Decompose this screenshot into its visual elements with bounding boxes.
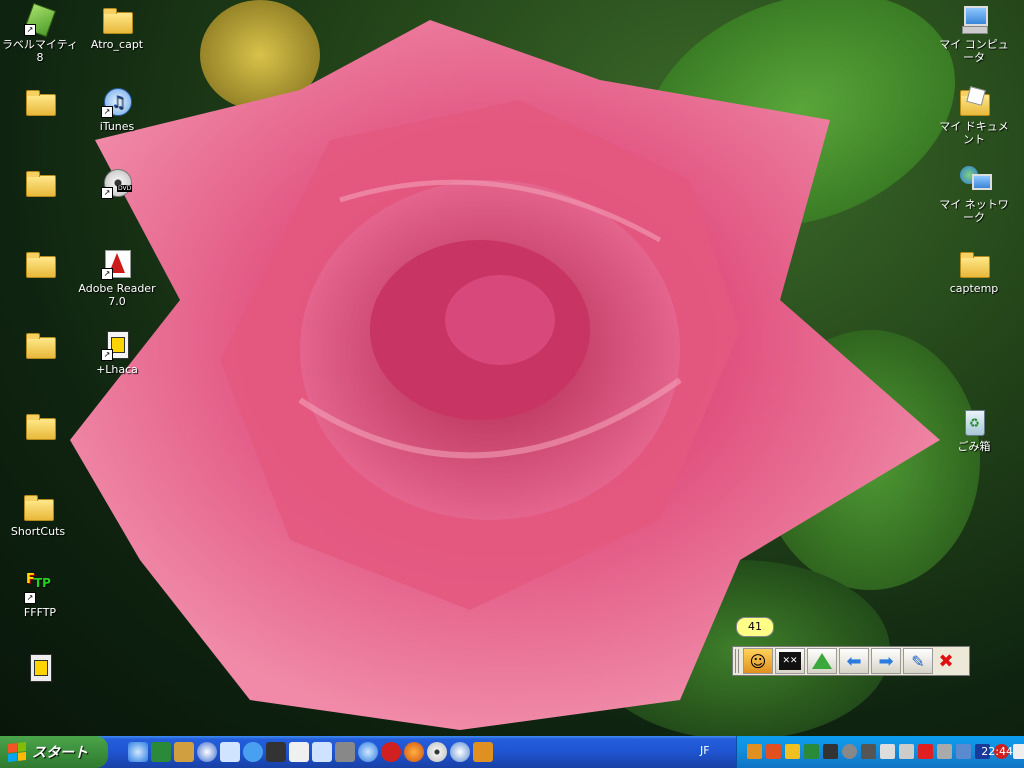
desktop-icon-itunes[interactable]: ♫ ↗ iTunes [77, 86, 157, 133]
folder-icon [24, 167, 56, 199]
lhaca-icon: ↗ [101, 329, 133, 361]
desktop-icon-labelmighty[interactable]: ↗ ラベルマイティ8 [0, 2, 80, 64]
ql-media-icon[interactable] [197, 742, 217, 762]
ql-tool2-icon[interactable] [335, 742, 355, 762]
desktop-icon-folder[interactable] [0, 329, 80, 363]
ql-doc-icon[interactable] [312, 742, 332, 762]
recycle-bin-icon: ♻ [958, 406, 990, 438]
floating-toolbar: ☺ ✕✕ ⬅ ➡ ✎ ✖ [732, 646, 970, 676]
desktop-icon-ffftp[interactable]: F TP ↗ FFFTP [0, 572, 80, 619]
desktop-icon-folder[interactable] [0, 410, 80, 444]
desktop-icon-lhaca[interactable]: ↗ +Lhaca [77, 329, 157, 376]
desktop-icon-adobe-reader[interactable]: ↗ Adobe Reader 7.0 [77, 248, 157, 308]
tray-app-icon[interactable] [747, 744, 762, 759]
ql-chat-icon[interactable] [220, 742, 240, 762]
close-button[interactable]: ✖ [935, 648, 957, 674]
itunes-icon: ♫ ↗ [101, 86, 133, 118]
adobe-reader-icon: ↗ [101, 248, 133, 280]
desktop-icon-dvd[interactable]: DVD ↗ [77, 167, 157, 201]
tray-settings-icon[interactable] [937, 744, 952, 759]
desktop-icon-folder[interactable] [0, 86, 80, 120]
desktop-icon-app[interactable] [0, 652, 80, 686]
folder-icon [24, 410, 56, 442]
app-icon [24, 652, 56, 684]
taskbar: スタート JF 22:44 [0, 736, 1024, 768]
desktop-icon-atro-capt[interactable]: Atro_capt [77, 4, 157, 51]
tray-alert-icon[interactable] [918, 744, 933, 759]
tray-doc-icon[interactable] [1013, 744, 1024, 759]
ql-capture-icon[interactable] [473, 742, 493, 762]
my-computer-icon [958, 4, 990, 36]
back-arrow-icon: ⬅ [846, 650, 862, 672]
desktop-icon-folder[interactable] [0, 167, 80, 201]
my-documents-icon [958, 86, 990, 118]
ql-opera-icon[interactable] [381, 742, 401, 762]
ql-firefox-icon[interactable] [404, 742, 424, 762]
ql-mail-icon[interactable] [289, 742, 309, 762]
counter-balloon: 41 [736, 617, 774, 637]
pyramid-button[interactable] [807, 648, 837, 674]
desktop-icon-folder[interactable] [0, 248, 80, 282]
forward-arrow-icon: ➡ [878, 650, 894, 672]
black-window-button[interactable]: ✕✕ [775, 648, 805, 674]
system-tray: 22:44 [736, 736, 1024, 768]
folder-icon [24, 248, 56, 280]
tool-button[interactable]: ✎ [903, 648, 933, 674]
back-button[interactable]: ⬅ [839, 648, 869, 674]
black-window-icon: ✕✕ [779, 652, 801, 670]
tray-pen-icon[interactable] [956, 744, 971, 759]
ql-cd-icon[interactable] [427, 742, 447, 762]
desktop-icon-shortcuts[interactable]: ShortCuts [0, 491, 78, 538]
windows-logo-icon [8, 742, 26, 762]
desktop-icon-captemp[interactable]: captemp [934, 248, 1014, 295]
toolbar-grip[interactable] [735, 649, 741, 673]
start-button[interactable]: スタート [0, 736, 108, 768]
dvd-icon: DVD ↗ [101, 167, 133, 199]
desktop-icon-my-documents[interactable]: マイ ドキュメント [934, 86, 1014, 146]
label-app-icon: ↗ [23, 2, 57, 38]
language-indicator[interactable]: JF [700, 744, 710, 757]
ql-globe-icon[interactable] [450, 742, 470, 762]
capture-face-icon: ☺ [749, 651, 767, 671]
ql-ie2-icon[interactable] [358, 742, 378, 762]
tray-tool-icon[interactable] [766, 744, 781, 759]
tray-security-icon[interactable] [804, 744, 819, 759]
clock[interactable]: 22:44 [981, 745, 1013, 758]
forward-button[interactable]: ➡ [871, 648, 901, 674]
close-icon: ✖ [938, 650, 954, 672]
ql-search-icon[interactable] [243, 742, 263, 762]
folder-icon [958, 248, 990, 280]
ql-window-icon[interactable] [266, 742, 286, 762]
folder-icon [24, 329, 56, 361]
tray-shield-icon[interactable] [785, 744, 800, 759]
ql-tool-icon[interactable] [174, 742, 194, 762]
desktop: ↗ ラベルマイティ8 ShortCuts F TP ↗ FFFTP Atro_c… [0, 0, 1024, 736]
pyramid-icon [812, 653, 832, 669]
folder-icon [22, 491, 54, 523]
my-network-icon [958, 164, 992, 196]
tray-wheel-icon[interactable] [842, 744, 857, 759]
desktop-icon-recycle-bin[interactable]: ♻ ごみ箱 [934, 406, 1014, 453]
tray-clip-icon[interactable] [823, 744, 838, 759]
capture-button[interactable]: ☺ [743, 648, 773, 674]
tray-gear-icon[interactable] [861, 744, 876, 759]
start-label: スタート [32, 745, 88, 761]
tool-icon: ✎ [911, 651, 925, 671]
tray-volume-icon[interactable] [899, 744, 914, 759]
desktop-icon-my-computer[interactable]: マイ コンピュータ [934, 4, 1014, 64]
ffftp-icon: F TP ↗ [24, 572, 51, 604]
folder-icon [24, 86, 56, 118]
ql-app-icon[interactable] [151, 742, 171, 762]
tray-network-icon[interactable] [880, 744, 895, 759]
ql-ie-icon[interactable] [128, 742, 148, 762]
folder-icon [101, 4, 133, 36]
quick-launch [128, 742, 493, 762]
desktop-icon-my-network[interactable]: マイ ネットワーク [934, 164, 1014, 224]
